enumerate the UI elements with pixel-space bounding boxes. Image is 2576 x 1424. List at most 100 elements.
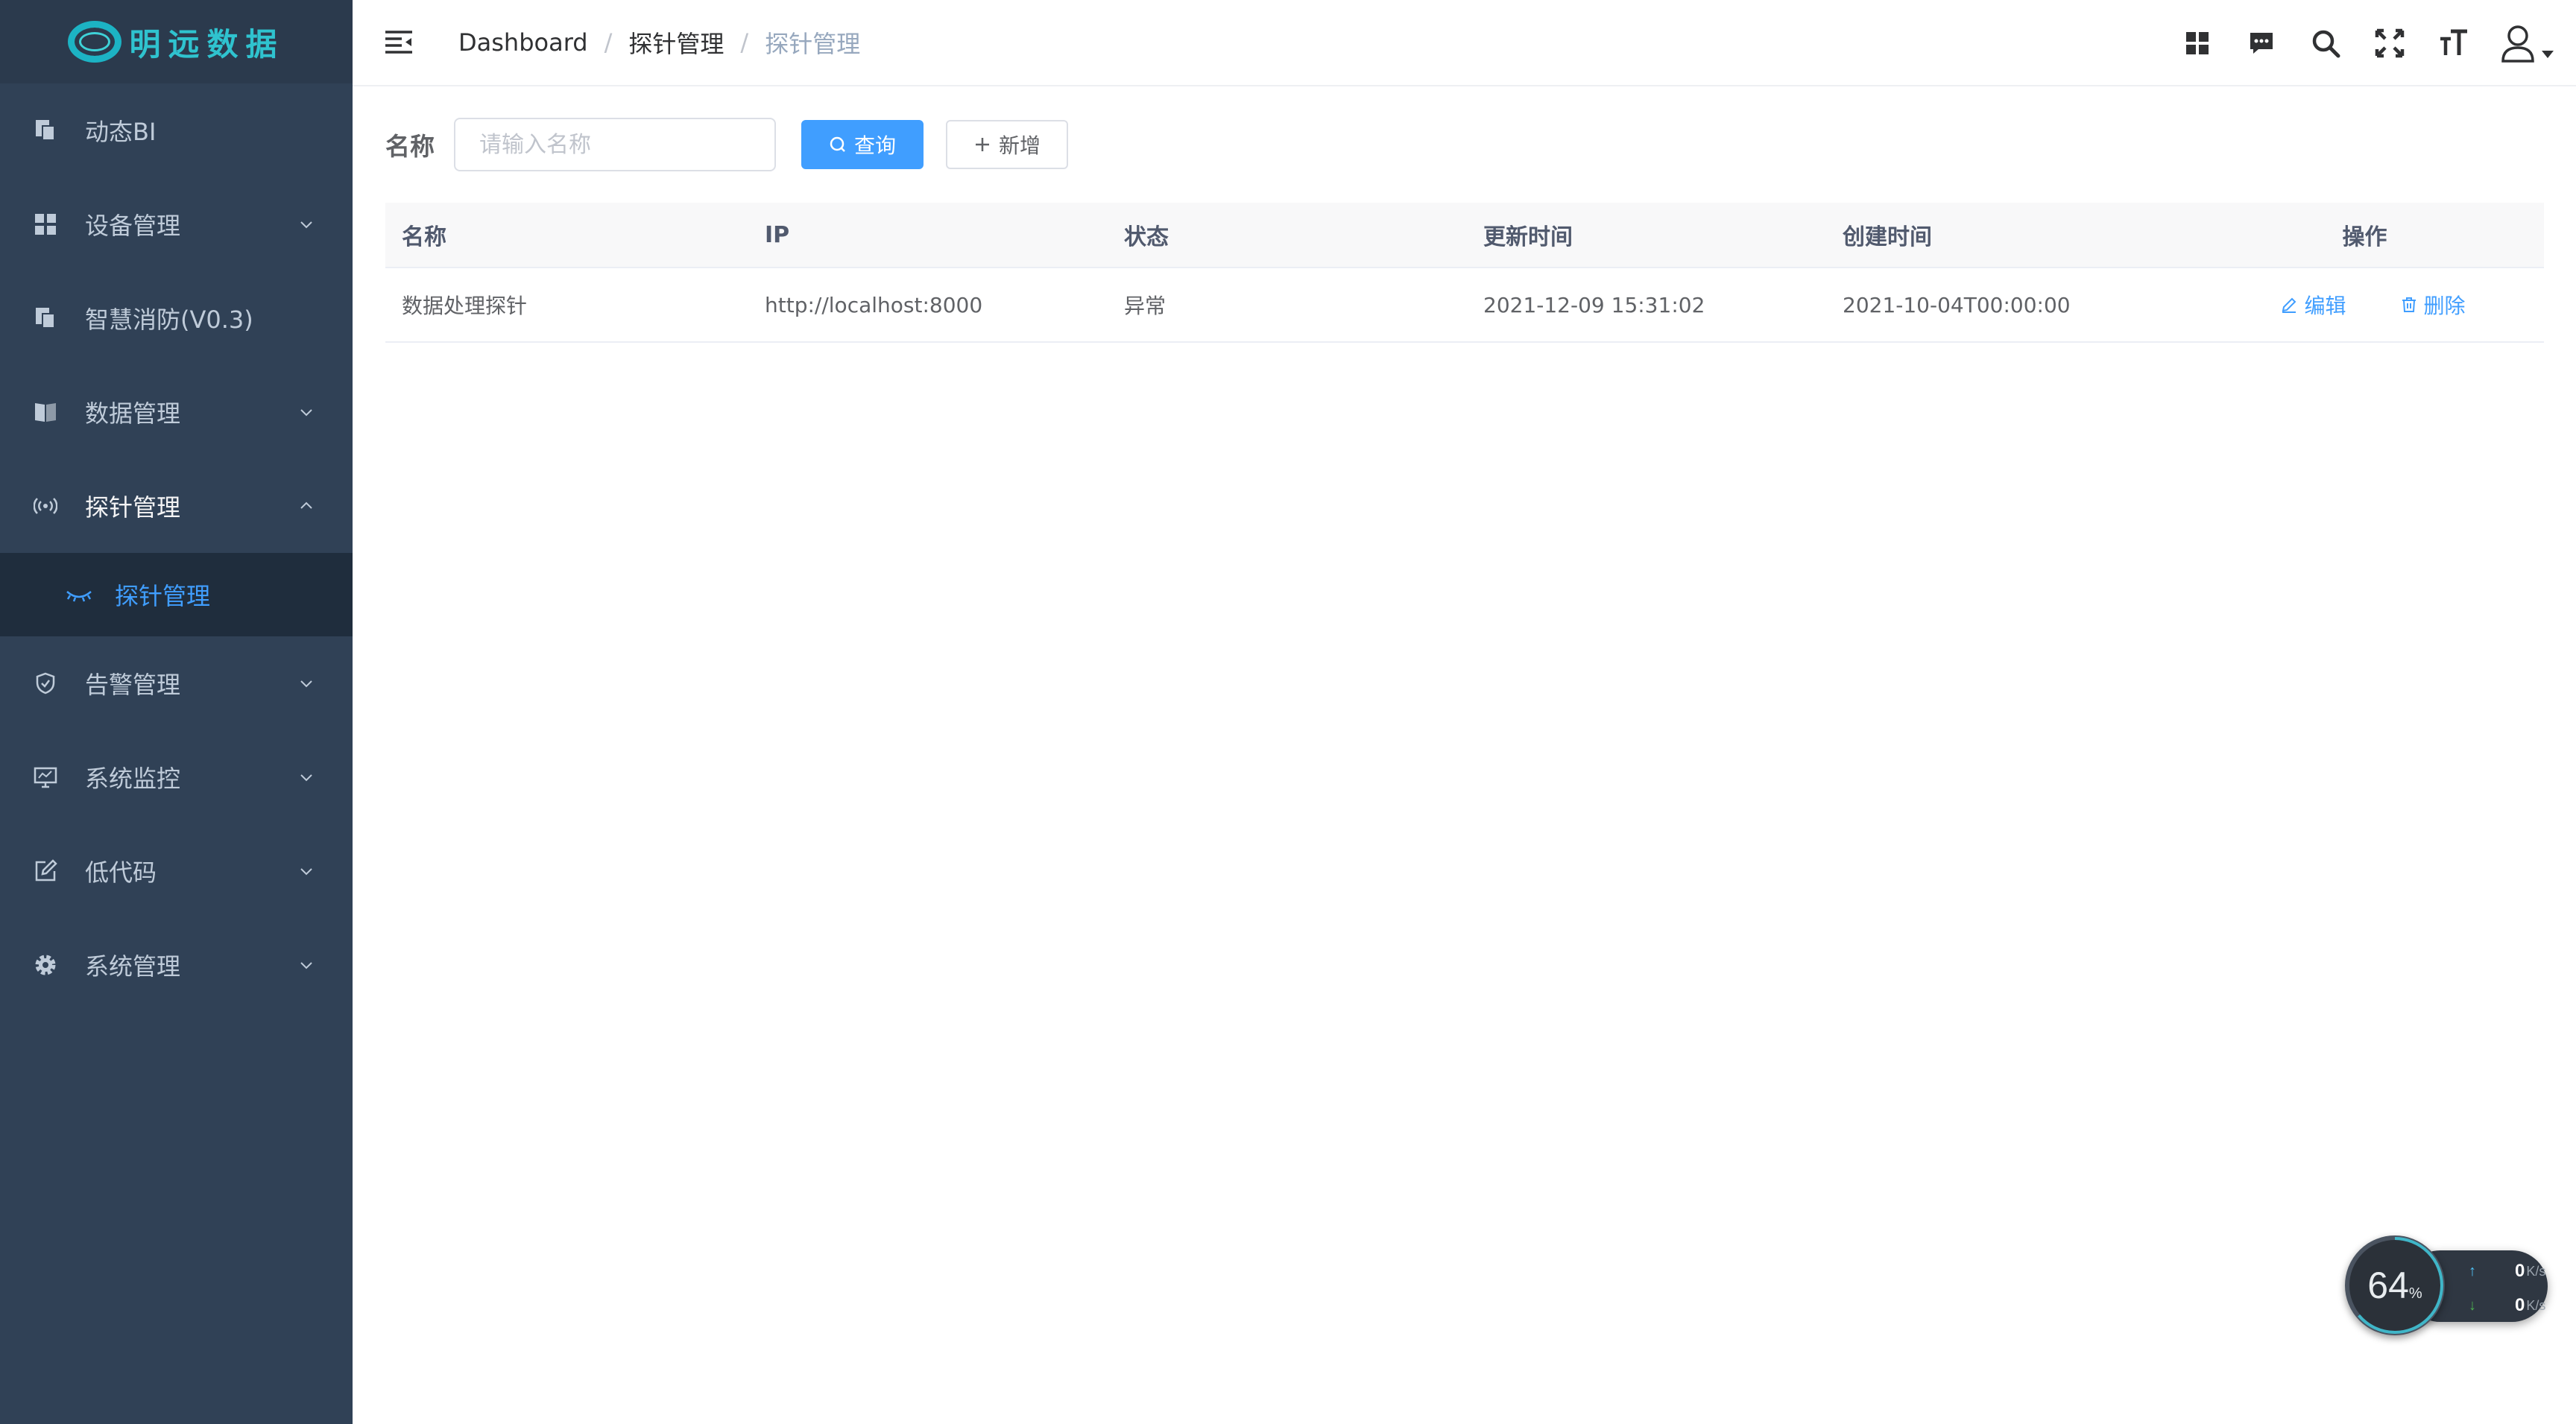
logo-mark-icon: [68, 21, 122, 63]
sidebar-subitem-probe-management[interactable]: 探针管理: [0, 553, 353, 636]
cell-updated: 2021-12-09 15:31:02: [1483, 292, 1705, 317]
breadcrumb-item-probe-management[interactable]: 探针管理: [628, 25, 724, 60]
sidebar-item-data-management[interactable]: 数据管理: [0, 365, 353, 459]
sidebar-item-alarm-management[interactable]: 告警管理: [0, 636, 353, 730]
edit-button-label: 编辑: [2304, 294, 2346, 318]
sidebar-item-smart-fire[interactable]: 智慧消防(V0.3): [0, 271, 353, 365]
sidebar-item-system-monitor[interactable]: 系统监控: [0, 730, 353, 824]
chevron-down-icon: [300, 962, 312, 969]
document-copy-icon: [33, 306, 58, 331]
table-row[interactable]: 数据处理探针 http://localhost:8000 异常 2021-12-…: [385, 268, 2544, 343]
download-speed-value: 0: [2515, 1295, 2525, 1315]
user-icon: [2501, 25, 2534, 63]
column-header-name[interactable]: 名称: [385, 218, 748, 251]
upload-speed-value: 0: [2515, 1261, 2525, 1281]
chevron-down-icon: [300, 680, 312, 688]
network-speed-widget[interactable]: ↑ 0 K/s ↓ 0 K/s 64%: [2345, 1235, 2548, 1335]
query-button-label: 查询: [853, 133, 896, 158]
table-header: 名称 IP 状态 更新时间 创建时间 操作: [385, 203, 2544, 268]
eye-closed-icon: [64, 583, 94, 606]
add-button[interactable]: 新增: [946, 120, 1068, 169]
chevron-up-icon: [300, 501, 312, 509]
search-name-input[interactable]: [454, 118, 776, 171]
monitor-icon: [33, 765, 58, 790]
header-tools: [2154, 0, 2554, 86]
cell-created: 2021-10-04T00:00:00: [1843, 292, 2071, 317]
sidebar-item-label: 低代码: [85, 858, 157, 887]
cell-actions: 编辑 删除: [2185, 290, 2544, 320]
edit-icon: [33, 858, 58, 884]
sidebar: 明远数据 动态BI 设备管理 智慧消防(V0.3) 数据管理 探针管理 探针管理…: [0, 0, 353, 1424]
column-header-actions: 操作: [2342, 224, 2387, 250]
column-header-created[interactable]: 创建时间: [1826, 218, 2185, 251]
search-icon: [2312, 30, 2340, 58]
message-icon: [2250, 33, 2273, 54]
chevron-down-icon: [300, 774, 312, 782]
message-button[interactable]: [2241, 22, 2282, 64]
logo-text: 明远数据: [129, 25, 285, 63]
gear-icon: [33, 952, 58, 978]
sidebar-item-label: 设备管理: [85, 212, 181, 240]
caret-down-icon: [2542, 51, 2554, 58]
probe-table: 名称 IP 状态 更新时间 创建时间 操作 数据处理探针 http://loca…: [385, 203, 2544, 343]
download-arrow-icon: ↓: [2469, 1297, 2476, 1314]
search-form: 名称 查询 新增: [385, 118, 1068, 171]
sidebar-item-device-management[interactable]: 设备管理: [0, 177, 353, 271]
sidebar-subitem-label: 探针管理: [115, 582, 211, 610]
memory-usage-percent: 64%: [2367, 1265, 2422, 1306]
sidebar-item-dynamic-bi[interactable]: 动态BI: [0, 83, 353, 177]
upload-speed: ↑ 0 K/s: [2469, 1261, 2545, 1282]
breadcrumb-item-current: 探针管理: [765, 30, 861, 58]
apps-grid-button[interactable]: [2176, 22, 2218, 64]
search-icon: [829, 136, 847, 154]
plus-icon: [973, 136, 991, 154]
edit-button[interactable]: 编辑: [2280, 290, 2346, 320]
column-header-updated[interactable]: 更新时间: [1467, 218, 1826, 251]
edit-icon: [2280, 296, 2298, 314]
download-speed-unit: K/s: [2526, 1297, 2546, 1313]
signal-icon: [33, 493, 58, 519]
delete-icon: [2400, 296, 2418, 314]
main-content: 名称 查询 新增 名称 IP 状态 更新时间 创建时间 操作 数据处理探针 ht…: [353, 86, 2576, 1424]
delete-button[interactable]: 删除: [2400, 290, 2466, 320]
header-search-button[interactable]: [2305, 22, 2346, 64]
sidebar-toggle-button[interactable]: [376, 20, 421, 65]
breadcrumb: Dashboard / 探针管理 / 探针管理: [458, 25, 860, 60]
top-navbar: Dashboard / 探针管理 / 探针管理: [353, 0, 2576, 86]
download-speed: ↓ 0 K/s: [2469, 1295, 2546, 1316]
sidebar-item-system-management[interactable]: 系统管理: [0, 918, 353, 1012]
fullscreen-button[interactable]: [2369, 22, 2411, 64]
sidebar-item-label: 智慧消防(V0.3): [85, 306, 253, 334]
column-header-ip[interactable]: IP: [748, 222, 1108, 248]
sidebar-item-low-code[interactable]: 低代码: [0, 824, 353, 918]
query-button[interactable]: 查询: [801, 120, 924, 169]
chevron-down-icon: [300, 868, 312, 876]
grid-icon: [33, 212, 58, 237]
sidebar-item-label: 系统管理: [85, 952, 181, 981]
cell-ip: http://localhost:8000: [765, 292, 983, 317]
breadcrumb-item-dashboard[interactable]: Dashboard: [458, 28, 588, 57]
cell-name: 数据处理探针: [402, 294, 528, 318]
logo[interactable]: 明远数据: [0, 0, 353, 83]
chevron-down-icon: [300, 409, 312, 417]
menu-fold-icon: [385, 31, 412, 54]
font-size-button[interactable]: [2433, 22, 2475, 64]
apps-grid-icon: [2186, 32, 2209, 54]
sidebar-item-label: 数据管理: [85, 399, 181, 428]
sidebar-item-label: 告警管理: [85, 671, 181, 699]
sidebar-item-label: 系统监控: [85, 765, 181, 793]
breadcrumb-separator: /: [740, 28, 749, 57]
user-menu[interactable]: [2500, 24, 2554, 63]
shield-icon: [33, 671, 58, 696]
breadcrumb-separator: /: [604, 28, 613, 57]
memory-usage-gauge: 64%: [2345, 1235, 2445, 1335]
column-header-status[interactable]: 状态: [1108, 218, 1467, 251]
sidebar-item-probe-management[interactable]: 探针管理: [0, 459, 353, 553]
delete-button-label: 删除: [2423, 294, 2466, 318]
upload-arrow-icon: ↑: [2469, 1262, 2476, 1279]
font-size-icon: [2440, 29, 2467, 55]
book-icon: [33, 399, 58, 425]
fullscreen-icon: [2375, 28, 2405, 58]
sidebar-item-label: 动态BI: [85, 118, 157, 146]
sidebar-item-label: 探针管理: [85, 493, 181, 522]
